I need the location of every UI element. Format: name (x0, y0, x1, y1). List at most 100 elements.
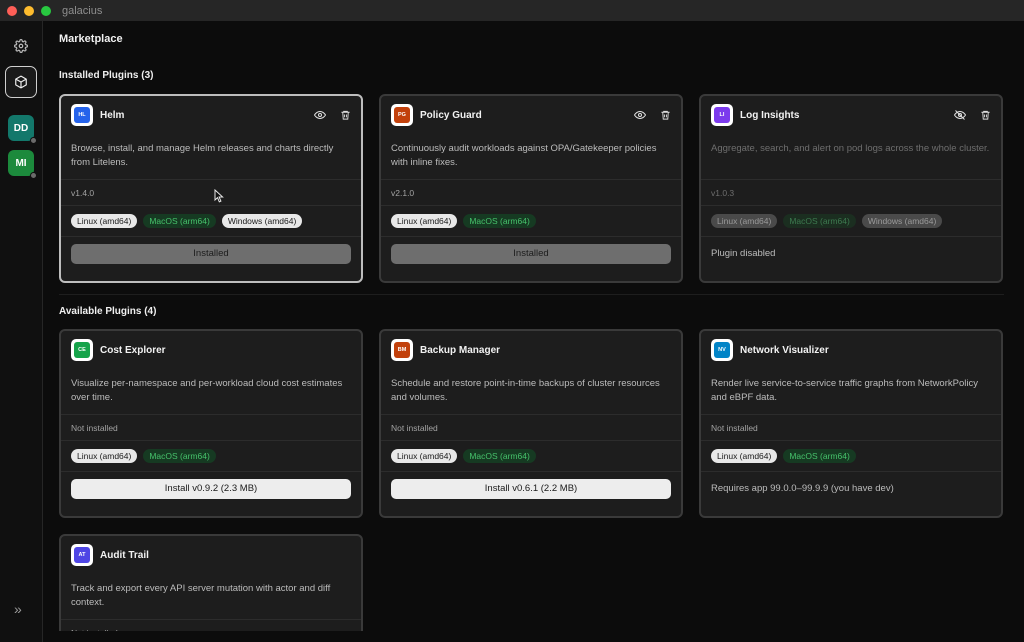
plugin-logo-badge: LI (714, 107, 730, 123)
trash-icon[interactable] (660, 109, 671, 121)
platform-tags: Linux (amd64) MacOS (arm64) (381, 205, 681, 236)
platform-tag-linux: Linux (amd64) (711, 449, 778, 463)
plugin-card-policy-guard[interactable]: PG Policy Guard Continuously audit workl… (379, 94, 683, 283)
app-window: galacius DD MI » Marketplace Installed P… (0, 0, 1024, 642)
plugin-disabled-note: Plugin disabled (711, 248, 776, 259)
platform-tags: Linux (amd64) MacOS (arm64) (701, 440, 1001, 471)
plugin-install-status: Not installed (61, 414, 361, 440)
eye-icon[interactable] (314, 109, 326, 121)
platform-tag-macos: MacOS (arm64) (143, 449, 216, 463)
plugin-description: Browse, install, and manage Helm release… (71, 143, 334, 168)
page-title: Marketplace (59, 33, 123, 45)
platform-tag-linux: Linux (amd64) (391, 214, 458, 228)
plugin-description: Visualize per-namespace and per-workload… (71, 378, 343, 403)
install-button[interactable]: Install v0.9.2 (2.3 MB) (71, 478, 351, 499)
plugin-card-network-visualizer[interactable]: NV Network Visualizer Render live servic… (699, 329, 1003, 518)
platform-tag-linux: Linux (amd64) (711, 214, 778, 228)
card-header: NV Network Visualizer (701, 331, 1001, 369)
compatibility-note: Requires app 99.0.0–99.9.9 (you have dev… (711, 483, 894, 494)
platform-tags: Linux (amd64) MacOS (arm64) Windows (amd… (61, 205, 361, 236)
platform-tag-windows: Windows (amd64) (221, 214, 303, 228)
platform-tags: Linux (amd64) MacOS (arm64) (381, 440, 681, 471)
installed-button[interactable]: Installed (391, 243, 671, 264)
plugin-logo-badge: NV (714, 342, 730, 358)
plugin-name: Network Visualizer (740, 344, 829, 356)
eye-off-icon[interactable] (954, 109, 966, 121)
minimize-window-button[interactable] (24, 5, 34, 16)
plugin-logo: HL (71, 104, 93, 126)
plugin-logo: CE (71, 339, 93, 361)
trash-icon[interactable] (980, 109, 991, 121)
plugin-logo-badge: CE (74, 342, 90, 358)
plugin-version: v1.0.3 (701, 179, 1001, 205)
mouse-cursor-icon (214, 189, 224, 203)
platform-tag-macos: MacOS (arm64) (143, 214, 216, 228)
plugin-name: Cost Explorer (100, 344, 166, 356)
plugin-logo: AT (71, 544, 93, 566)
plugin-logo: PG (391, 104, 413, 126)
card-header: PG Policy Guard (381, 96, 681, 134)
install-button[interactable]: Install v0.6.1 (2.2 MB) (391, 478, 671, 499)
marketplace-nav-button[interactable] (5, 66, 37, 98)
plugin-card-backup-manager[interactable]: BM Backup Manager Schedule and restore p… (379, 329, 683, 518)
plugin-name: Backup Manager (420, 344, 501, 356)
plugin-logo-badge: AT (74, 547, 90, 563)
plugin-logo: LI (711, 104, 733, 126)
plugin-name: Helm (100, 109, 125, 121)
plugin-install-status: Not installed (381, 414, 681, 440)
plugin-install-status: Not installed (701, 414, 1001, 440)
platform-tag-linux: Linux (amd64) (391, 449, 458, 463)
window-controls (7, 5, 51, 16)
plugin-description: Continuously audit workloads against OPA… (391, 143, 657, 168)
settings-button[interactable] (11, 36, 31, 56)
plugin-card-helm[interactable]: HL Helm Browse, install, and manage Helm… (59, 94, 363, 283)
plugin-description: Aggregate, search, and alert on pod logs… (711, 143, 990, 154)
trash-icon[interactable] (340, 109, 351, 121)
plugin-card-log-insights[interactable]: LI Log Insights Aggregate, search, and a… (699, 94, 1003, 283)
platform-tags: Linux (amd64) MacOS (arm64) Windows (amd… (701, 205, 1001, 236)
sidebar: DD MI » (0, 21, 43, 642)
chevrons-right-icon: » (14, 601, 22, 617)
installed-button[interactable]: Installed (71, 243, 351, 264)
card-footer: Installed (61, 236, 361, 270)
plugin-logo-badge: HL (74, 107, 90, 123)
package-icon (15, 75, 27, 89)
plugin-logo-badge: BM (394, 342, 410, 358)
plugin-version: v2.1.0 (381, 179, 681, 205)
plugin-version: v1.4.0 (61, 179, 361, 205)
platform-tag-macos: MacOS (arm64) (783, 449, 856, 463)
platform-tag-macos: MacOS (arm64) (463, 214, 536, 228)
cluster-avatar-dd[interactable]: DD (8, 115, 37, 144)
plugin-logo-badge: PG (394, 107, 410, 123)
section-divider (59, 294, 1004, 295)
zoom-window-button[interactable] (41, 5, 51, 16)
plugin-logo: NV (711, 339, 733, 361)
status-dot (30, 172, 37, 179)
platform-tag-windows: Windows (amd64) (861, 214, 943, 228)
card-footer: Requires app 99.0.0–99.9.9 (you have dev… (701, 471, 1001, 505)
available-section-title: Available Plugins (4) (59, 306, 157, 317)
plugin-name: Log Insights (740, 109, 800, 121)
card-header: LI Log Insights (701, 96, 1001, 134)
plugin-install-status: Not installed (61, 619, 361, 631)
cluster-avatar-mi[interactable]: MI (8, 150, 37, 179)
plugin-card-audit-trail[interactable]: AT Audit Trail Track and export every AP… (59, 534, 363, 631)
plugin-card-cost-explorer[interactable]: CE Cost Explorer Visualize per-namespace… (59, 329, 363, 518)
plugin-description: Render live service-to-service traffic g… (711, 378, 978, 403)
eye-icon[interactable] (634, 109, 646, 121)
title-bar: galacius (0, 0, 1024, 21)
platform-tag-macos: MacOS (arm64) (463, 449, 536, 463)
close-window-button[interactable] (7, 5, 17, 16)
card-header: CE Cost Explorer (61, 331, 361, 369)
card-header: BM Backup Manager (381, 331, 681, 369)
card-footer: Installed (381, 236, 681, 270)
main-content: Marketplace Installed Plugins (3) HL Hel… (44, 21, 1024, 631)
platform-tags: Linux (amd64) MacOS (arm64) (61, 440, 361, 471)
expand-sidebar-button[interactable]: » (14, 601, 22, 617)
plugin-description: Track and export every API server mutati… (71, 583, 331, 608)
card-footer: Install v0.6.1 (2.2 MB) (381, 471, 681, 505)
plugin-logo: BM (391, 339, 413, 361)
card-header: AT Audit Trail (61, 536, 361, 574)
platform-tag-macos: MacOS (arm64) (783, 214, 856, 228)
installed-section-title: Installed Plugins (3) (59, 70, 154, 81)
